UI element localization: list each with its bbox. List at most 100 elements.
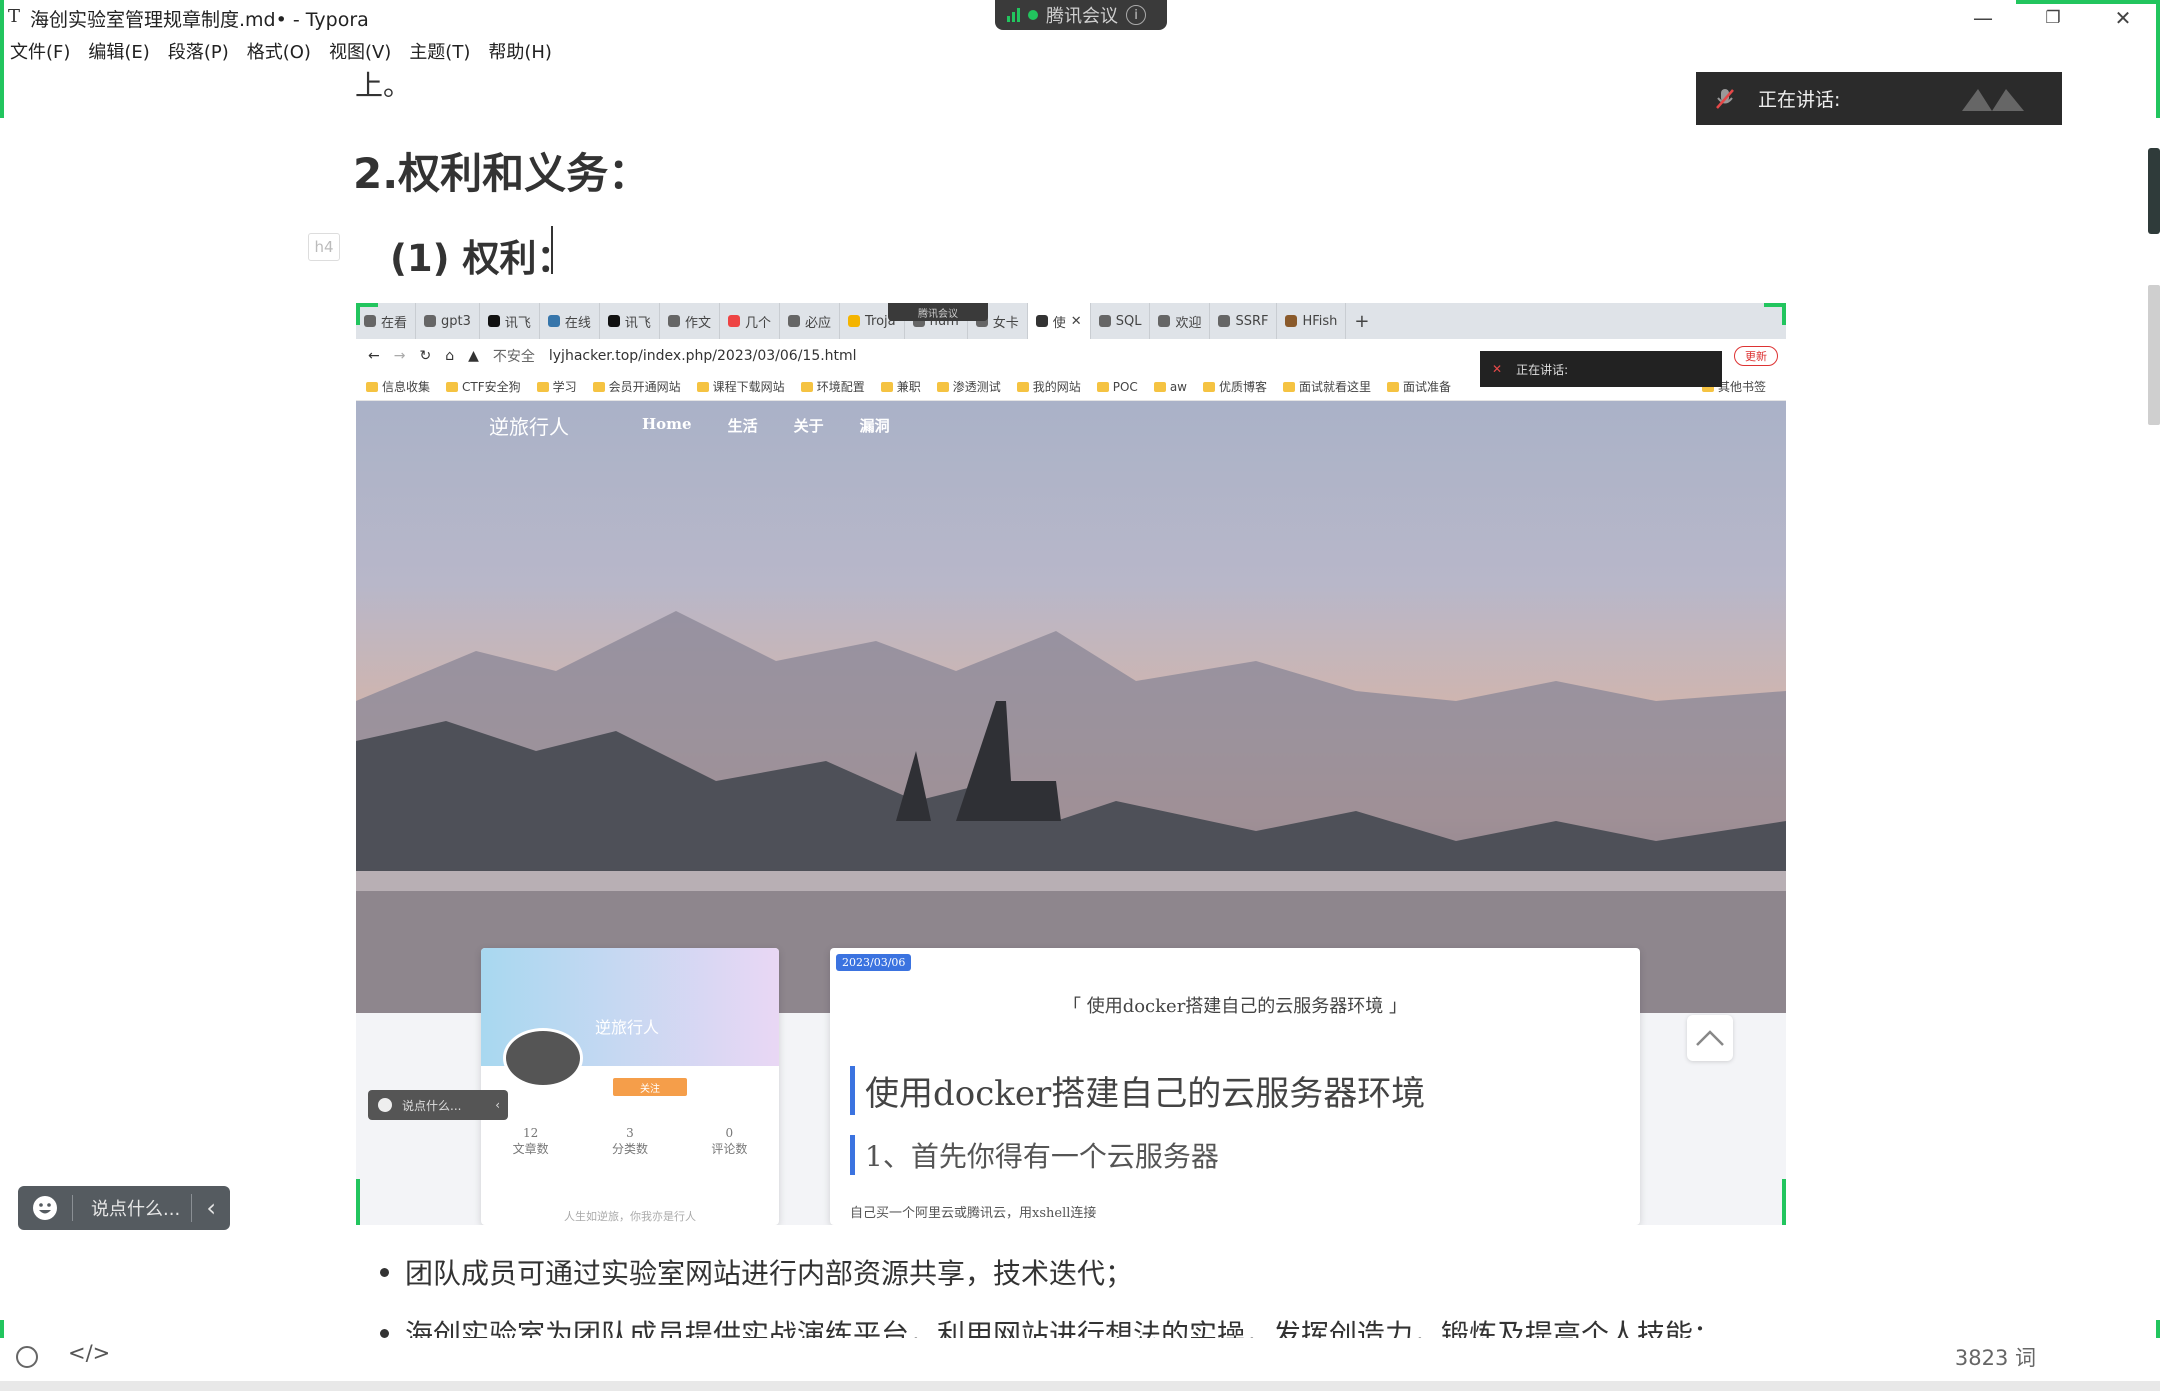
nav-life[interactable]: 生活 [728, 415, 758, 436]
chevron-left-icon[interactable]: ‹ [495, 1098, 500, 1112]
landscape-illustration [356, 611, 1786, 1013]
post-card: 2023/03/06 「 使用docker搭建自己的云服务器环境 」 使用doc… [830, 948, 1640, 1225]
post-title-small[interactable]: 「 使用docker搭建自己的云服务器环境 」 [830, 992, 1640, 1018]
speaking-label: 正在讲话: [1758, 89, 1841, 111]
bookmark-item[interactable]: 兼职 [880, 378, 921, 395]
emoji-face-icon [33, 1196, 57, 1220]
browser-tab[interactable]: SQL [1091, 303, 1151, 339]
heading-rights[interactable]: (1) 权利： [390, 228, 573, 282]
bullet-dot [380, 1267, 389, 1277]
say-something-box-mini[interactable]: 说点什么... ‹ [368, 1090, 508, 1120]
back-to-top-button[interactable] [1687, 1015, 1733, 1061]
tab-close-icon[interactable]: ✕ [1071, 314, 1082, 329]
heading-rights-duties[interactable]: 2.权利和义务： [353, 140, 650, 201]
speaking-indicator: 正在讲话: [1696, 72, 2062, 125]
restore-button[interactable]: ❐ [2018, 0, 2088, 36]
say-something-box[interactable]: 说点什么... ‹ [18, 1186, 230, 1230]
hero-landscape-image [356, 401, 1786, 1013]
bookmark-item[interactable]: POC [1096, 380, 1138, 394]
forward-icon[interactable]: → [394, 348, 406, 364]
browser-tab[interactable]: 讯飞 [600, 303, 660, 339]
bookmark-item[interactable]: CTF安全狗 [446, 378, 521, 395]
profile-card: 逆旅行人 关注 12 文章数 3 分类数 0 评论数 人生如逆旅，你我亦是行人 [481, 948, 779, 1225]
browser-tab[interactable]: 在线 [540, 303, 600, 339]
browser-tab[interactable]: 欢迎 [1150, 303, 1211, 339]
post-heading-2: 1、首先你得有一个云服务器 [850, 1135, 1219, 1175]
embedded-screenshot[interactable]: 在看 gpt3 讯飞 在线 讯飞 作文 几个 必应 Troja hum 女卡 使… [356, 303, 1786, 1225]
say-placeholder[interactable]: 说点什么... [72, 1195, 180, 1221]
bookmark-item[interactable]: 面试就看这里 [1283, 378, 1371, 395]
profile-motto: 人生如逆旅，你我亦是行人 [564, 1210, 696, 1223]
site-nav-links: Home 生活 关于 漏洞 [642, 415, 890, 436]
stat-articles: 12 文章数 [512, 1126, 549, 1156]
site-name[interactable]: 逆旅行人 [489, 411, 569, 440]
meeting-pill[interactable]: 腾讯会议 i [995, 0, 1167, 30]
scrollbar-thumb[interactable] [2148, 285, 2160, 425]
follow-button[interactable]: 关注 [613, 1078, 687, 1096]
warning-icon: ▲ [468, 348, 479, 364]
browser-tab[interactable]: HFish [1277, 303, 1347, 339]
bookmark-item[interactable]: 课程下载网站 [696, 378, 785, 395]
browser-tab[interactable]: 必应 [780, 303, 840, 339]
browser-tab-active[interactable]: 使 ✕ [1027, 303, 1091, 339]
browser-tab[interactable]: 作文 [660, 303, 720, 339]
typora-app-icon: T [8, 6, 21, 27]
browser-tab[interactable]: SSRF [1210, 303, 1278, 339]
nav-about[interactable]: 关于 [794, 415, 824, 436]
paragraph-fragment[interactable]: 上。 [355, 64, 411, 104]
bookmark-item[interactable]: 信息收集 [366, 378, 430, 395]
word-count[interactable]: 3823 词 [1955, 1342, 2036, 1372]
minimize-button[interactable]: — [1948, 0, 2018, 36]
list-item[interactable]: 团队成员可通过实验室网站进行内部资源共享，技术迭代； [380, 1252, 1133, 1292]
speaking-indicator-mini: ✕ 正在讲话: [1480, 351, 1722, 387]
chevron-left-icon[interactable]: ‹ [191, 1194, 230, 1222]
volume-level-indicator [2148, 148, 2160, 234]
reload-icon[interactable]: ↻ [419, 348, 431, 364]
bookmark-item[interactable]: 优质博客 [1202, 378, 1267, 395]
text-cursor [551, 226, 553, 274]
menu-format[interactable]: 格式(O) [247, 38, 311, 64]
bottom-strip [0, 1381, 2160, 1391]
source-code-icon[interactable]: </> [68, 1341, 110, 1365]
browser-tab-strip: 在看 gpt3 讯飞 在线 讯飞 作文 几个 必应 Troja hum 女卡 使… [356, 303, 1786, 339]
share-border-edge [356, 303, 378, 307]
bookmark-item[interactable]: aw [1153, 380, 1187, 394]
bookmark-item[interactable]: 我的网站 [1016, 378, 1081, 395]
home-icon[interactable]: ⌂ [445, 348, 454, 364]
bookmark-item[interactable]: 学习 [536, 378, 577, 395]
browser-tab[interactable]: 讯飞 [480, 303, 540, 339]
menu-theme[interactable]: 主题(T) [409, 38, 470, 64]
site-nav: 逆旅行人 Home 生活 关于 漏洞 [356, 401, 1786, 443]
nav-vuln[interactable]: 漏洞 [860, 415, 890, 436]
new-tab-icon[interactable]: + [1346, 303, 1377, 339]
close-button[interactable]: ✕ [2088, 0, 2158, 36]
browser-tab[interactable]: 几个 [720, 303, 780, 339]
outline-toggle-icon[interactable] [16, 1346, 38, 1368]
update-button[interactable]: 更新 [1734, 346, 1778, 366]
nav-home[interactable]: Home [642, 415, 692, 436]
menu-edit[interactable]: 编辑(E) [88, 38, 149, 64]
browser-tab[interactable]: gpt3 [416, 303, 480, 339]
speaker-avatar-icon [1962, 88, 2025, 111]
mic-muted-icon: ✕ [1492, 362, 1503, 376]
meeting-pill-mini: 腾讯会议 [888, 303, 988, 321]
live-dot-icon [1028, 10, 1038, 20]
menu-view[interactable]: 视图(V) [329, 38, 391, 64]
avatar[interactable] [503, 1028, 583, 1088]
post-paragraph: 自己买一个阿里云或腾讯云，用xshell连接 [850, 1206, 1097, 1221]
mic-muted-icon [1716, 88, 1734, 109]
browser-tab[interactable]: 在看 [356, 303, 417, 339]
bookmark-item[interactable]: 面试准备 [1387, 378, 1451, 395]
status-bar [0, 1338, 2160, 1380]
face-icon [378, 1098, 392, 1112]
back-icon[interactable]: ← [368, 348, 380, 364]
menu-help[interactable]: 帮助(H) [488, 38, 552, 64]
share-border-edge [1782, 1179, 1786, 1225]
bookmark-item[interactable]: 环境配置 [800, 378, 865, 395]
bookmark-item[interactable]: 会员开通网站 [592, 378, 681, 395]
bookmark-item[interactable]: 渗透测试 [936, 378, 1001, 395]
menu-file[interactable]: 文件(F) [10, 38, 70, 64]
url-field[interactable]: lyjhacker.top/index.php/2023/03/06/15.ht… [549, 348, 857, 364]
menu-paragraph[interactable]: 段落(P) [168, 38, 229, 64]
info-icon[interactable]: i [1126, 5, 1146, 25]
